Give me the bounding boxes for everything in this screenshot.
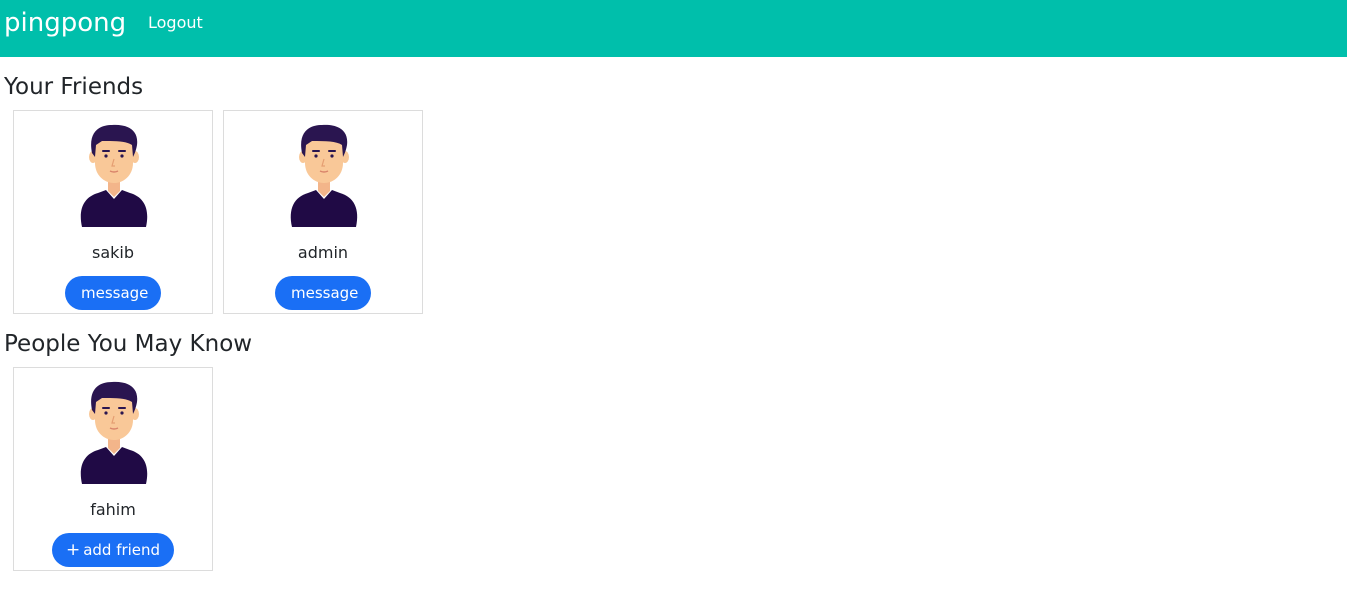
person-name: fahim bbox=[90, 500, 136, 519]
plus-icon: + bbox=[65, 540, 81, 560]
friend-card: sakib message bbox=[13, 110, 213, 314]
navbar: pingpong Logout bbox=[0, 0, 1347, 57]
brand-link[interactable]: pingpong bbox=[4, 6, 126, 40]
add-friend-label: add friend bbox=[83, 541, 161, 559]
add-friend-button[interactable]: + add friend bbox=[52, 533, 174, 567]
logout-link[interactable]: Logout bbox=[148, 13, 203, 33]
friend-name: admin bbox=[297, 243, 349, 262]
friends-section-title: Your Friends bbox=[4, 74, 144, 100]
suggestions-section-title: People You May Know bbox=[4, 331, 253, 357]
suggestion-card: fahim + add friend bbox=[13, 367, 213, 571]
message-button[interactable]: message bbox=[65, 276, 161, 310]
friend-name: sakib bbox=[91, 243, 134, 262]
message-button[interactable]: message bbox=[275, 276, 371, 310]
avatar bbox=[286, 123, 362, 231]
avatar bbox=[76, 123, 152, 231]
friend-card: admin message bbox=[223, 110, 423, 314]
avatar bbox=[76, 380, 152, 488]
